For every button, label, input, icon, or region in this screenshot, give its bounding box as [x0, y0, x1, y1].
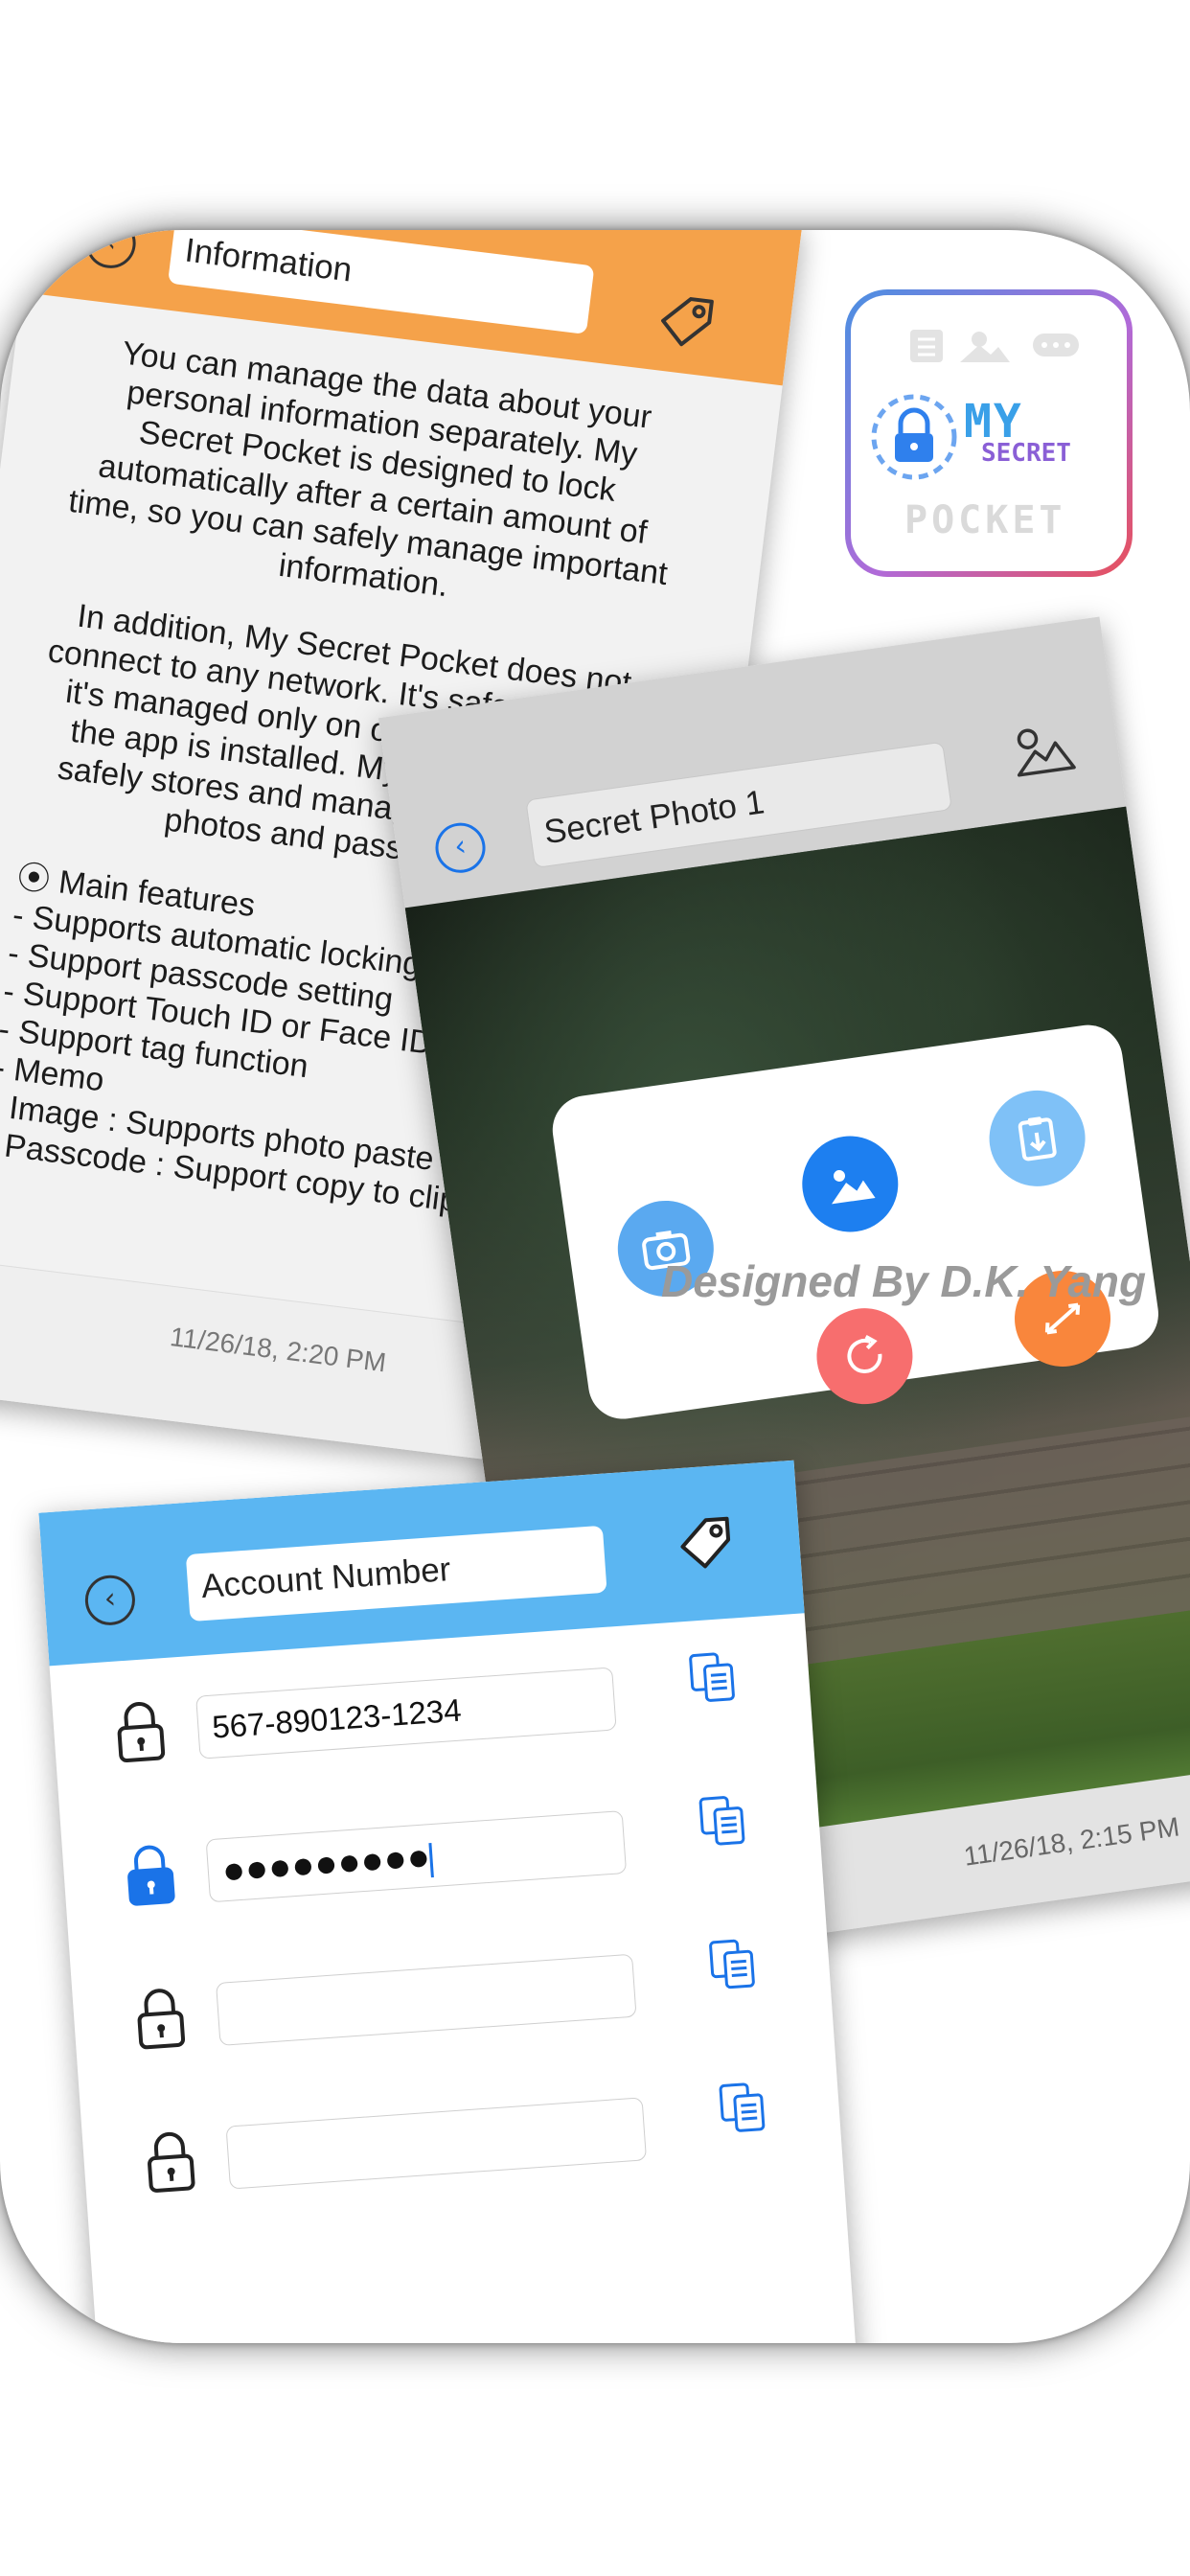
account-row	[71, 1920, 834, 2087]
copy-icon[interactable]	[692, 1790, 753, 1852]
logo-word-secret: SECRET	[981, 439, 1071, 468]
photo-icon[interactable]	[1006, 717, 1081, 783]
copy-icon[interactable]	[702, 1933, 764, 1994]
lock-icon[interactable]	[120, 1840, 182, 1911]
back-button[interactable]: ‹	[432, 819, 489, 877]
tag-icon[interactable]	[652, 288, 720, 356]
lock-icon[interactable]	[109, 1696, 172, 1767]
empty-field[interactable]	[216, 1953, 637, 2046]
password-dots: ●●●●●●●●●	[220, 1835, 432, 1893]
clipboard-paste-icon[interactable]	[983, 1084, 1092, 1193]
empty-field[interactable]	[225, 2097, 648, 2190]
promo-canvas: ‹ Information You can manage the data ab…	[0, 230, 1190, 2343]
tag-icon[interactable]	[673, 1510, 738, 1576]
info-paragraph-1: You can manage the data about your perso…	[66, 334, 670, 605]
lock-icon[interactable]	[140, 2127, 202, 2197]
account-row: ●●●●●●●●●	[60, 1776, 823, 1944]
designer-credit: Designed By D.K. Yang	[661, 1256, 1147, 1306]
lock-icon[interactable]	[129, 1983, 192, 2054]
title-field[interactable]: Account Number	[185, 1525, 607, 1622]
nav-bar: ‹ Account Number	[38, 1460, 805, 1667]
account-row	[80, 2062, 843, 2230]
copy-icon[interactable]	[712, 2077, 773, 2138]
copy-icon[interactable]	[682, 1646, 744, 1708]
logo-word-pocket: POCKET	[904, 498, 1066, 542]
app-logo: MY SECRET POCKET	[845, 289, 1133, 577]
back-button[interactable]: ‹	[83, 1574, 137, 1627]
account-number-field[interactable]: 567-890123-1234	[195, 1667, 617, 1760]
photo-library-icon[interactable]	[795, 1130, 904, 1238]
account-screen: ‹ Account Number 567-890123-1234 ●●●●●●●…	[38, 1460, 862, 2343]
back-button[interactable]: ‹	[82, 230, 139, 271]
title-field[interactable]: Information	[167, 230, 595, 335]
password-field[interactable]: ●●●●●●●●●	[205, 1810, 628, 1903]
timestamp: 11/26/18, 2:15 PM	[961, 1811, 1181, 1872]
